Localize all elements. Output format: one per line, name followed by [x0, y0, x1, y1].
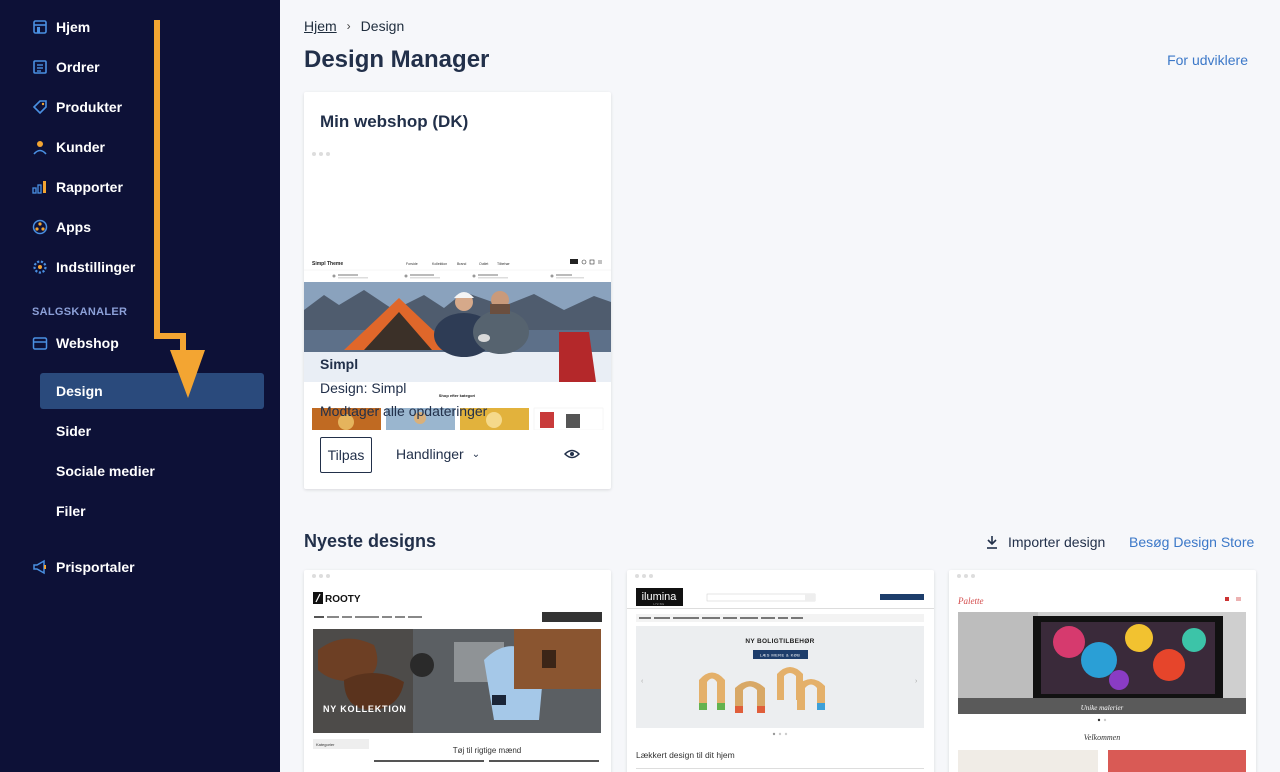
nav-label: Ordrer: [56, 59, 100, 75]
nav-label: Apps: [56, 219, 91, 235]
design-preview-image: ROOTY NY KOLLEKTION Kategorier Tøj til r…: [313, 592, 602, 762]
design-line: Design: Simpl: [320, 380, 407, 396]
gear-icon: [32, 259, 48, 275]
svg-text:Palette: Palette: [957, 596, 984, 606]
design-card-ilumina[interactable]: ilumina LIVING NY BOLIGTILBEHØR LÆS MERE…: [627, 570, 934, 772]
sidebar-item-sociale-medier[interactable]: Sociale medier: [40, 453, 264, 489]
nav-item-webshop[interactable]: Webshop: [32, 331, 119, 355]
design-preview-image: ilumina LIVING NY BOLIGTILBEHØR LÆS MERE…: [627, 588, 934, 769]
svg-text:Kollektion: Kollektion: [432, 262, 447, 266]
theme-preview-image: Simpl Theme Forside Kollektion Brand Out…: [304, 240, 611, 430]
chevron-down-icon: ⌄: [471, 448, 481, 460]
orders-icon: [32, 59, 48, 75]
nav-label: Webshop: [56, 335, 119, 351]
user-icon: [32, 139, 48, 155]
webshop-icon: [32, 335, 48, 351]
newest-designs-title: Nyeste designs: [304, 531, 437, 551]
design-store-link[interactable]: Besøg Design Store: [1129, 534, 1254, 550]
nav-label: Kunder: [56, 139, 105, 155]
svg-text:ROOTY: ROOTY: [325, 594, 361, 605]
breadcrumb-home-link[interactable]: Hjem: [304, 18, 337, 34]
svg-text:Outlet: Outlet: [479, 262, 488, 266]
webshop-title: Min webshop (DK): [320, 112, 469, 131]
window-dots: [312, 152, 330, 156]
svg-text:Forside: Forside: [406, 262, 418, 266]
for-developers-link[interactable]: For udviklere: [1167, 52, 1248, 68]
svg-text:ilumina: ilumina: [642, 591, 678, 603]
nav-item-produkter[interactable]: Produkter: [32, 95, 122, 119]
svg-text:Simpl Theme: Simpl Theme: [312, 261, 343, 267]
webshop-card: Min webshop (DK) Simpl Theme Forside Kol…: [304, 92, 611, 489]
design-card-palette[interactable]: Palette Unike malerier Velkommen: [949, 570, 1256, 772]
nav-label: Indstillinger: [56, 259, 136, 275]
sub-label: Filer: [56, 503, 86, 519]
nav-item-rapporter[interactable]: Rapporter: [32, 175, 123, 199]
nav-item-kunder[interactable]: Kunder: [32, 135, 105, 159]
svg-text:NY BOLIGTILBEHØR: NY BOLIGTILBEHØR: [745, 638, 814, 645]
bar-chart-icon: [32, 179, 48, 195]
breadcrumb-current: Design: [360, 18, 405, 34]
page-title: Design Manager: [304, 46, 490, 73]
import-label: Importer design: [1008, 534, 1106, 550]
svg-text:Velkommen: Velkommen: [1084, 733, 1120, 742]
store-icon: [32, 19, 48, 35]
megaphone-icon: [32, 559, 48, 575]
nav-item-indstillinger[interactable]: Indstillinger: [32, 255, 135, 279]
svg-text:Brand: Brand: [457, 262, 466, 266]
sidebar-item-filer[interactable]: Filer: [40, 493, 264, 529]
apps-icon: [32, 219, 48, 235]
nav-label: Rapporter: [56, 179, 123, 195]
svg-text:Shop efter kategori: Shop efter kategori: [439, 393, 475, 398]
sidebar: Hjem Ordrer Produkter Kunder Rapporter A…: [0, 0, 280, 772]
sidebar-item-sider[interactable]: Sider: [40, 413, 264, 449]
import-design-button[interactable]: Importer design: [986, 534, 1105, 550]
nav-item-ordrer[interactable]: Ordrer: [32, 55, 100, 79]
chevron-right-icon: ›: [346, 19, 351, 33]
svg-text:Lækkert design til dit hjem: Lækkert design til dit hjem: [636, 750, 735, 760]
svg-text:Tilbehør: Tilbehør: [497, 262, 511, 266]
sub-label: Sociale medier: [56, 463, 155, 479]
main-content: Hjem › Design Design Manager For udvikle…: [280, 0, 1280, 772]
eye-icon[interactable]: [563, 447, 581, 465]
download-icon: [987, 536, 997, 549]
annotation-arrow-icon: [154, 20, 205, 398]
nav-item-apps[interactable]: Apps: [32, 215, 91, 239]
breadcrumb: Hjem › Design: [304, 18, 404, 34]
design-card-rooty[interactable]: ROOTY NY KOLLEKTION Kategorier Tøj til r…: [304, 570, 611, 772]
svg-text:LIVING: LIVING: [653, 603, 664, 606]
nav-item-prisportaler[interactable]: Prisportaler: [32, 555, 135, 579]
actions-label: Handlinger: [396, 446, 464, 462]
update-line: Modtager alle opdateringer: [320, 403, 488, 419]
customize-button[interactable]: Tilpas: [320, 437, 372, 473]
nav-label: Hjem: [56, 19, 91, 35]
theme-name: Simpl: [320, 356, 359, 372]
sub-label: Design: [56, 383, 103, 399]
actions-dropdown[interactable]: Handlinger ⌄: [396, 446, 480, 462]
svg-text:LÆS MERE & KØB: LÆS MERE & KØB: [760, 653, 801, 658]
section-label-salgskanaler: SALGSKANALER: [32, 306, 128, 318]
sub-label: Sider: [56, 423, 92, 439]
svg-text:Tøj til rigtige mænd: Tøj til rigtige mænd: [453, 746, 521, 755]
nav-item-hjem[interactable]: Hjem: [32, 15, 90, 39]
design-preview-image: Palette Unike malerier Velkommen: [957, 596, 1246, 772]
tag-icon: [32, 99, 48, 115]
nav-label: Produkter: [56, 99, 123, 115]
nav-label: Prisportaler: [56, 559, 135, 575]
svg-text:Unike malerier: Unike malerier: [1081, 704, 1124, 712]
svg-text:Kategorier: Kategorier: [316, 742, 335, 747]
svg-text:NY KOLLEKTION: NY KOLLEKTION: [323, 704, 407, 714]
